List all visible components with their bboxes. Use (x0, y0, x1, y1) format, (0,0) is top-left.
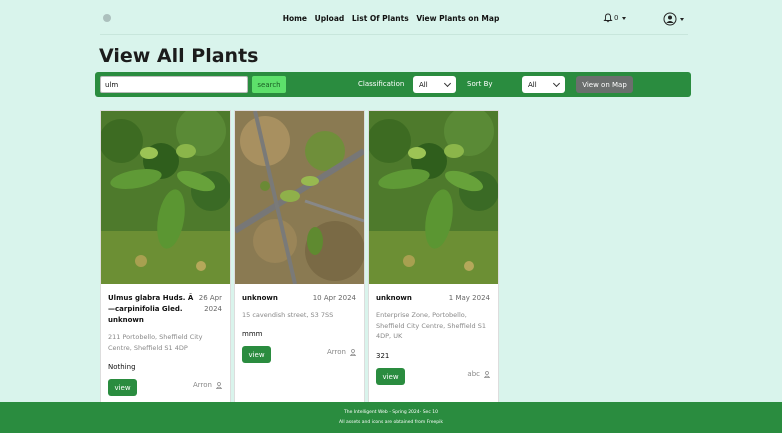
plant-address: Enterprise Zone, Portobello, Sheffield C… (376, 311, 486, 340)
view-button[interactable]: view (242, 346, 271, 363)
author-name: Arron (327, 348, 346, 356)
user-icon (350, 348, 356, 356)
plant-description: 321 (376, 352, 390, 360)
search-input[interactable] (100, 76, 248, 93)
chevron-down-icon (680, 17, 684, 21)
view-on-map-button[interactable]: View on Map (576, 76, 633, 93)
sort-value: All (528, 80, 537, 89)
navbar-divider (100, 34, 688, 35)
plant-address: 211 Portobello, Sheffield City Centre, S… (108, 333, 203, 352)
chevron-down-icon (443, 79, 452, 87)
view-button[interactable]: view (376, 368, 405, 385)
nav-list-plants-link[interactable]: List Of Plants (352, 14, 409, 23)
classification-value: All (419, 80, 428, 89)
plant-author: abc (467, 370, 490, 378)
plant-photo[interactable] (369, 111, 498, 284)
footer-attribution: All assets and icons are obtained from F… (339, 420, 443, 425)
notifications-count: 0 (614, 14, 619, 22)
plant-card: Ulmus glabra Huds. Ã—carpinifolia Gled. … (100, 110, 231, 404)
plant-name: Ulmus glabra Huds. Ã—carpinifolia Gled. … (108, 294, 194, 324)
author-name: Arron (193, 381, 212, 389)
user-menu[interactable] (663, 12, 684, 26)
plant-description: mmm (242, 330, 263, 338)
chevron-down-icon (622, 16, 627, 20)
view-button[interactable]: view (108, 379, 137, 396)
chevron-down-icon (552, 79, 561, 87)
filter-bar: search Classification All Sort By All Vi… (95, 72, 691, 97)
plant-author: Arron (327, 348, 356, 356)
plant-author: Arron (193, 381, 222, 389)
user-icon (484, 370, 490, 378)
plant-card: unknown 1 May 2024 Enterprise Zone, Port… (368, 110, 499, 404)
navbar: Home Upload List Of Plants View Plants o… (0, 0, 782, 38)
plant-card: unknown 10 Apr 2024 15 cavendish street,… (234, 110, 365, 404)
page-title: View All Plants (99, 45, 259, 67)
search-button[interactable]: search (252, 76, 286, 93)
user-icon (216, 381, 222, 389)
nav-map-link[interactable]: View Plants on Map (416, 14, 499, 23)
notifications-dropdown[interactable]: 0 (603, 13, 627, 23)
bell-icon (603, 13, 613, 23)
plant-photo[interactable] (101, 111, 230, 284)
plant-date: 10 Apr 2024 (312, 294, 356, 302)
classification-select[interactable]: All (413, 76, 456, 93)
sort-label: Sort By (467, 80, 493, 88)
nav-upload-link[interactable]: Upload (315, 14, 345, 23)
plant-date: 26 Apr 2024 (198, 294, 222, 313)
footer: The Intelligent Web - Spring 2024- Sec 1… (0, 402, 782, 433)
nav-home-link[interactable]: Home (283, 14, 307, 23)
plant-description: Nothing (108, 363, 136, 371)
footer-credit: The Intelligent Web - Spring 2024- Sec 1… (344, 410, 438, 415)
plant-address: 15 cavendish street, S3 7SS (242, 311, 334, 319)
sort-select[interactable]: All (522, 76, 565, 93)
plant-date: 1 May 2024 (448, 294, 490, 302)
classification-label: Classification (358, 80, 405, 88)
author-name: abc (467, 370, 480, 378)
plant-photo[interactable] (235, 111, 364, 284)
user-avatar-icon (663, 12, 677, 26)
